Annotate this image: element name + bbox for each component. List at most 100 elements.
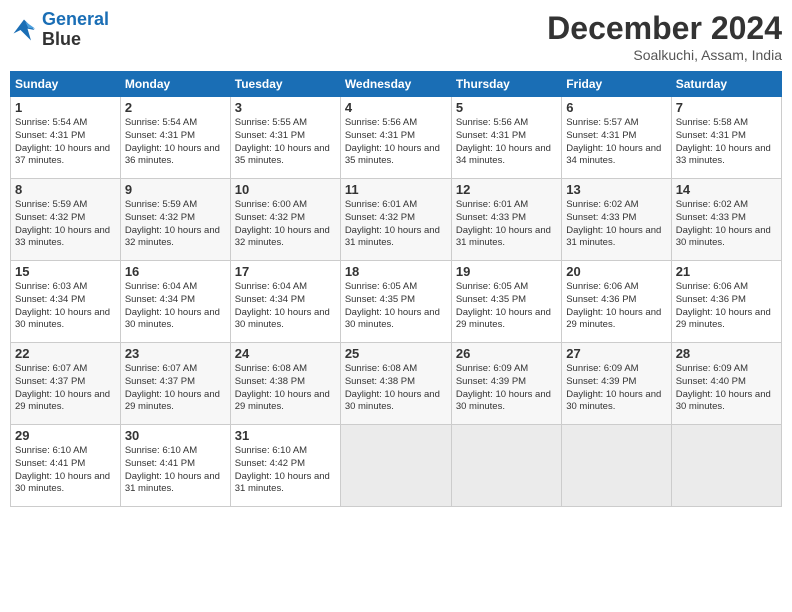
day-number: 22 [15, 346, 116, 361]
calendar-cell: 13 Sunrise: 6:02 AM Sunset: 4:33 PM Dayl… [562, 179, 671, 261]
day-number: 9 [125, 182, 226, 197]
header-cell-saturday: Saturday [671, 72, 781, 97]
day-info: Sunrise: 6:10 AM Sunset: 4:41 PM Dayligh… [125, 445, 226, 496]
day-info: Sunrise: 5:56 AM Sunset: 4:31 PM Dayligh… [456, 117, 557, 168]
calendar-cell: 9 Sunrise: 5:59 AM Sunset: 4:32 PM Dayli… [120, 179, 230, 261]
day-info: Sunrise: 6:07 AM Sunset: 4:37 PM Dayligh… [125, 363, 226, 414]
day-info: Sunrise: 5:59 AM Sunset: 4:32 PM Dayligh… [15, 199, 116, 250]
day-number: 6 [566, 100, 666, 115]
day-info: Sunrise: 6:01 AM Sunset: 4:32 PM Dayligh… [345, 199, 447, 250]
day-number: 14 [676, 182, 777, 197]
calendar-cell: 6 Sunrise: 5:57 AM Sunset: 4:31 PM Dayli… [562, 97, 671, 179]
calendar-table: SundayMondayTuesdayWednesdayThursdayFrid… [10, 71, 782, 507]
calendar-cell: 19 Sunrise: 6:05 AM Sunset: 4:35 PM Dayl… [451, 261, 561, 343]
day-info: Sunrise: 5:59 AM Sunset: 4:32 PM Dayligh… [125, 199, 226, 250]
day-number: 24 [235, 346, 336, 361]
day-number: 15 [15, 264, 116, 279]
calendar-cell: 25 Sunrise: 6:08 AM Sunset: 4:38 PM Dayl… [340, 343, 451, 425]
day-number: 3 [235, 100, 336, 115]
calendar-cell [340, 425, 451, 507]
day-number: 23 [125, 346, 226, 361]
day-number: 29 [15, 428, 116, 443]
calendar-cell: 28 Sunrise: 6:09 AM Sunset: 4:40 PM Dayl… [671, 343, 781, 425]
day-info: Sunrise: 5:57 AM Sunset: 4:31 PM Dayligh… [566, 117, 666, 168]
day-number: 21 [676, 264, 777, 279]
header-cell-tuesday: Tuesday [230, 72, 340, 97]
calendar-cell [671, 425, 781, 507]
day-info: Sunrise: 6:02 AM Sunset: 4:33 PM Dayligh… [676, 199, 777, 250]
header-cell-thursday: Thursday [451, 72, 561, 97]
header-cell-wednesday: Wednesday [340, 72, 451, 97]
day-number: 10 [235, 182, 336, 197]
day-info: Sunrise: 6:08 AM Sunset: 4:38 PM Dayligh… [235, 363, 336, 414]
day-info: Sunrise: 6:07 AM Sunset: 4:37 PM Dayligh… [15, 363, 116, 414]
day-number: 1 [15, 100, 116, 115]
calendar-row-3: 15 Sunrise: 6:03 AM Sunset: 4:34 PM Dayl… [11, 261, 782, 343]
calendar-cell: 2 Sunrise: 5:54 AM Sunset: 4:31 PM Dayli… [120, 97, 230, 179]
day-number: 13 [566, 182, 666, 197]
day-number: 7 [676, 100, 777, 115]
title-area: December 2024 Soalkuchi, Assam, India [547, 10, 782, 63]
day-info: Sunrise: 6:04 AM Sunset: 4:34 PM Dayligh… [125, 281, 226, 332]
calendar-cell [451, 425, 561, 507]
calendar-cell: 5 Sunrise: 5:56 AM Sunset: 4:31 PM Dayli… [451, 97, 561, 179]
header-cell-friday: Friday [562, 72, 671, 97]
calendar-cell: 15 Sunrise: 6:03 AM Sunset: 4:34 PM Dayl… [11, 261, 121, 343]
calendar-cell: 31 Sunrise: 6:10 AM Sunset: 4:42 PM Dayl… [230, 425, 340, 507]
day-number: 12 [456, 182, 557, 197]
calendar-cell: 29 Sunrise: 6:10 AM Sunset: 4:41 PM Dayl… [11, 425, 121, 507]
header-cell-monday: Monday [120, 72, 230, 97]
header: General Blue December 2024 Soalkuchi, As… [10, 10, 782, 63]
day-info: Sunrise: 6:09 AM Sunset: 4:40 PM Dayligh… [676, 363, 777, 414]
calendar-cell: 12 Sunrise: 6:01 AM Sunset: 4:33 PM Dayl… [451, 179, 561, 261]
day-number: 25 [345, 346, 447, 361]
day-info: Sunrise: 6:10 AM Sunset: 4:42 PM Dayligh… [235, 445, 336, 496]
day-number: 2 [125, 100, 226, 115]
day-info: Sunrise: 6:09 AM Sunset: 4:39 PM Dayligh… [566, 363, 666, 414]
day-number: 26 [456, 346, 557, 361]
day-number: 31 [235, 428, 336, 443]
day-number: 28 [676, 346, 777, 361]
day-number: 30 [125, 428, 226, 443]
calendar-cell: 14 Sunrise: 6:02 AM Sunset: 4:33 PM Dayl… [671, 179, 781, 261]
day-info: Sunrise: 6:01 AM Sunset: 4:33 PM Dayligh… [456, 199, 557, 250]
calendar-cell: 1 Sunrise: 5:54 AM Sunset: 4:31 PM Dayli… [11, 97, 121, 179]
calendar-cell: 10 Sunrise: 6:00 AM Sunset: 4:32 PM Dayl… [230, 179, 340, 261]
day-number: 5 [456, 100, 557, 115]
location-title: Soalkuchi, Assam, India [547, 47, 782, 63]
calendar-row-2: 8 Sunrise: 5:59 AM Sunset: 4:32 PM Dayli… [11, 179, 782, 261]
calendar-cell: 3 Sunrise: 5:55 AM Sunset: 4:31 PM Dayli… [230, 97, 340, 179]
header-cell-sunday: Sunday [11, 72, 121, 97]
logo: General Blue [10, 10, 109, 50]
calendar-cell: 23 Sunrise: 6:07 AM Sunset: 4:37 PM Dayl… [120, 343, 230, 425]
day-info: Sunrise: 6:03 AM Sunset: 4:34 PM Dayligh… [15, 281, 116, 332]
day-number: 16 [125, 264, 226, 279]
calendar-cell: 7 Sunrise: 5:58 AM Sunset: 4:31 PM Dayli… [671, 97, 781, 179]
day-number: 8 [15, 182, 116, 197]
day-number: 11 [345, 182, 447, 197]
day-info: Sunrise: 6:09 AM Sunset: 4:39 PM Dayligh… [456, 363, 557, 414]
calendar-cell: 18 Sunrise: 6:05 AM Sunset: 4:35 PM Dayl… [340, 261, 451, 343]
day-info: Sunrise: 5:55 AM Sunset: 4:31 PM Dayligh… [235, 117, 336, 168]
day-number: 20 [566, 264, 666, 279]
calendar-cell [562, 425, 671, 507]
calendar-cell: 8 Sunrise: 5:59 AM Sunset: 4:32 PM Dayli… [11, 179, 121, 261]
day-number: 19 [456, 264, 557, 279]
day-info: Sunrise: 6:06 AM Sunset: 4:36 PM Dayligh… [566, 281, 666, 332]
day-info: Sunrise: 6:08 AM Sunset: 4:38 PM Dayligh… [345, 363, 447, 414]
day-info: Sunrise: 5:56 AM Sunset: 4:31 PM Dayligh… [345, 117, 447, 168]
calendar-cell: 20 Sunrise: 6:06 AM Sunset: 4:36 PM Dayl… [562, 261, 671, 343]
calendar-cell: 17 Sunrise: 6:04 AM Sunset: 4:34 PM Dayl… [230, 261, 340, 343]
calendar-cell: 30 Sunrise: 6:10 AM Sunset: 4:41 PM Dayl… [120, 425, 230, 507]
calendar-cell: 11 Sunrise: 6:01 AM Sunset: 4:32 PM Dayl… [340, 179, 451, 261]
calendar-cell: 27 Sunrise: 6:09 AM Sunset: 4:39 PM Dayl… [562, 343, 671, 425]
day-info: Sunrise: 6:05 AM Sunset: 4:35 PM Dayligh… [345, 281, 447, 332]
day-number: 18 [345, 264, 447, 279]
day-info: Sunrise: 6:10 AM Sunset: 4:41 PM Dayligh… [15, 445, 116, 496]
calendar-cell: 4 Sunrise: 5:56 AM Sunset: 4:31 PM Dayli… [340, 97, 451, 179]
calendar-cell: 16 Sunrise: 6:04 AM Sunset: 4:34 PM Dayl… [120, 261, 230, 343]
calendar-cell: 24 Sunrise: 6:08 AM Sunset: 4:38 PM Dayl… [230, 343, 340, 425]
month-title: December 2024 [547, 10, 782, 47]
header-row: SundayMondayTuesdayWednesdayThursdayFrid… [11, 72, 782, 97]
calendar-cell: 22 Sunrise: 6:07 AM Sunset: 4:37 PM Dayl… [11, 343, 121, 425]
